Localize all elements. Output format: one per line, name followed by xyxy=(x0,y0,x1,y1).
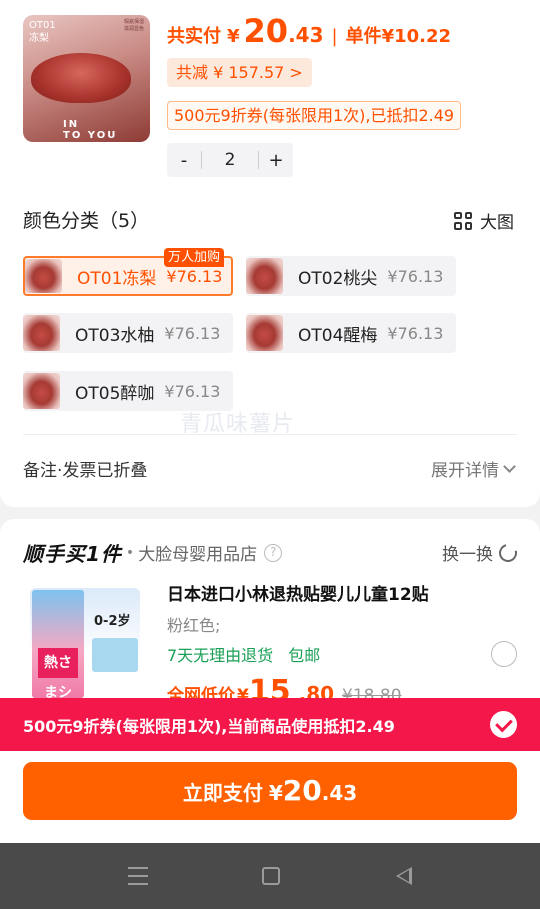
total-label: 共实付 xyxy=(167,26,221,47)
pay-currency: ¥ xyxy=(268,781,283,805)
home-icon[interactable] xyxy=(262,867,280,885)
applied-coupon[interactable]: 500元9折券(每张限用1次),已抵扣2.49 xyxy=(167,101,462,130)
unit-price: 单件¥10.22 xyxy=(345,26,452,47)
addon-brand: 顺手买1件 xyxy=(23,542,122,566)
thumb-brand: IN TO YOU xyxy=(63,119,118,141)
variant-swatch xyxy=(23,373,60,409)
addon-product-name[interactable]: 日本进口小林退热贴婴儿儿童12贴 xyxy=(167,580,429,605)
variant-name: OT04醒梅 xyxy=(298,325,378,346)
variant-ot03[interactable]: OT03水柚 ¥76.13 xyxy=(23,313,233,353)
divider xyxy=(23,434,517,435)
grid-icon xyxy=(454,211,472,230)
total-price-row: 共实付 ¥ 20 .43 | 单件¥10.22 xyxy=(167,12,451,52)
variant-section-title: 颜色分类（5） xyxy=(23,210,150,232)
product-thumbnail[interactable]: OT01 冻梨 瑕疵保湿 滋润显色 IN TO YOU xyxy=(23,15,150,142)
variant-name: OT03水柚 xyxy=(75,325,155,346)
addon-header: 顺手买1件 • 大脸母婴用品店 ? xyxy=(23,538,283,567)
product-age: 0-2岁 xyxy=(94,614,131,629)
total-price-int: 20 xyxy=(243,12,289,50)
product-box-label: 熱さまシート xyxy=(38,648,78,700)
variant-price: ¥76.13 xyxy=(166,266,223,286)
decrease-button[interactable]: - xyxy=(167,150,201,171)
thumb-code: OT01 冻梨 xyxy=(29,20,56,44)
pay-amount-dec: .43 xyxy=(321,781,358,805)
pay-label: 立即支付 xyxy=(182,781,263,805)
help-icon[interactable]: ? xyxy=(264,543,283,562)
variant-swatch xyxy=(246,315,283,351)
big-view-label: 大图 xyxy=(480,213,514,233)
check-icon[interactable] xyxy=(490,711,517,738)
increase-button[interactable]: + xyxy=(259,150,293,171)
quantity-stepper: - 2 + xyxy=(167,143,293,177)
total-price-dec: .43 xyxy=(288,23,324,47)
free-shipping: 包邮 xyxy=(288,646,321,665)
coupon-bar-text: 500元9折券(每张限用1次),当前商品使用抵扣2.49 xyxy=(23,716,395,736)
addon-services: 7天无理由退货 包邮 xyxy=(167,642,330,666)
quantity-value[interactable]: 2 xyxy=(201,151,259,169)
price-separator: | xyxy=(331,26,338,47)
variant-price: ¥76.13 xyxy=(164,323,221,343)
addon-product-color: 粉红色; xyxy=(167,616,221,635)
lip-image xyxy=(31,53,131,103)
variant-swatch xyxy=(25,259,62,293)
variant-swatch xyxy=(246,258,283,294)
variant-price: ¥76.13 xyxy=(387,266,444,286)
menu-icon[interactable] xyxy=(128,867,148,885)
variant-ot04[interactable]: OT04醒梅 ¥76.13 xyxy=(246,313,456,353)
pay-now-button[interactable]: 立即支付 ¥ 20 .43 xyxy=(23,762,517,820)
swap-button[interactable]: 换一换 xyxy=(442,540,521,565)
expand-label: 展开详情 xyxy=(431,461,499,481)
thumb-caption: 瑕疵保湿 滋润显色 xyxy=(123,19,144,32)
refresh-icon xyxy=(495,540,521,565)
coupon-bar[interactable]: 500元9折券(每张限用1次),当前商品使用抵扣2.49 xyxy=(0,698,540,751)
cooling-pad xyxy=(92,638,138,672)
back-icon[interactable] xyxy=(396,867,412,885)
shop-name[interactable]: 大脸母婴用品店 xyxy=(138,540,257,565)
popular-badge: 万人加购 xyxy=(164,248,225,267)
addon-product-image[interactable]: 熱さまシート 0-2岁 xyxy=(30,588,140,700)
variant-swatch xyxy=(23,315,60,351)
big-view-toggle[interactable]: 大图 xyxy=(454,208,514,233)
return-policy: 7天无理由退货 xyxy=(167,646,274,665)
variant-name: OT05醉咖 xyxy=(75,383,155,404)
addon-dot: • xyxy=(125,544,135,561)
variant-name: OT01冻梨 xyxy=(77,268,157,289)
addon-select-radio[interactable] xyxy=(491,641,517,667)
variant-price: ¥76.13 xyxy=(164,381,221,401)
pay-amount-int: 20 xyxy=(282,774,322,807)
chevron-down-icon xyxy=(503,459,516,473)
variant-ot02[interactable]: OT02桃尖 ¥76.13 xyxy=(246,256,456,296)
currency-symbol: ¥ xyxy=(227,26,240,47)
swap-label: 换一换 xyxy=(442,545,493,565)
remark-invoice-label[interactable]: 备注·发票已折叠 xyxy=(23,456,147,481)
savings-chip[interactable]: 共减 ¥ 157.57 > xyxy=(167,58,312,87)
variant-price: ¥76.13 xyxy=(387,323,444,343)
product-box: 熱さまシート xyxy=(32,590,84,700)
expand-details[interactable]: 展开详情 xyxy=(431,456,516,481)
variant-ot05[interactable]: OT05醉咖 ¥76.13 xyxy=(23,371,233,411)
variant-name: OT02桃尖 xyxy=(298,268,378,289)
